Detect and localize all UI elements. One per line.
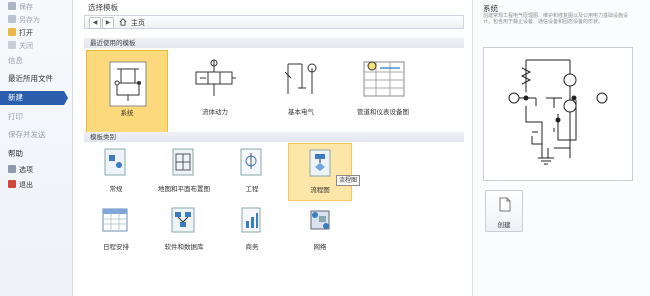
nav-save-label: 保存 bbox=[19, 3, 33, 11]
save-icon bbox=[8, 2, 16, 10]
nav-recent-label: 最近所用文件 bbox=[8, 74, 53, 83]
nav-new[interactable]: 新建 bbox=[0, 91, 68, 105]
template-preview-pane: 系统 创建常规工程电气原理图、维护和修复图以及公用电力基础设施设计，包含用于静止… bbox=[472, 0, 650, 296]
close-file-icon bbox=[8, 41, 16, 49]
business-category-icon bbox=[241, 207, 261, 233]
template-system[interactable]: 系统 bbox=[86, 50, 168, 140]
forward-button[interactable]: ▶ bbox=[102, 17, 114, 29]
template-label: 基本电气 bbox=[288, 108, 314, 116]
nav-save-send-label: 保存并发送 bbox=[8, 130, 46, 139]
category-general[interactable]: 常规 bbox=[84, 143, 148, 201]
category-label: 地图和平面布置图 bbox=[158, 185, 210, 193]
nav-info-label: 信息 bbox=[8, 56, 23, 65]
nav-exit-label: 退出 bbox=[19, 181, 33, 189]
preview-image bbox=[483, 47, 633, 181]
category-network[interactable]: 网络 bbox=[288, 203, 352, 261]
category-label: 商务 bbox=[245, 243, 259, 251]
breadcrumb-home[interactable]: 主页 bbox=[131, 18, 145, 28]
template-label: 系统 bbox=[120, 109, 134, 117]
flowchart-category-icon bbox=[309, 149, 331, 177]
category-schedule[interactable]: 日程安排 bbox=[84, 203, 148, 261]
nav-open[interactable]: 打开 bbox=[0, 26, 72, 40]
fluid-power-template-icon bbox=[195, 59, 236, 96]
back-button[interactable]: ◀ bbox=[89, 17, 101, 29]
nav-close[interactable]: 关闭 bbox=[0, 39, 72, 53]
template-chooser: 选择模板 ◀ ▶ 主页 最近使用的模板 系统 流体动力 基本电气 管道和仪表设备… bbox=[80, 0, 468, 296]
template-label: 流体动力 bbox=[202, 108, 228, 116]
nav-new-label: 新建 bbox=[8, 93, 23, 102]
network-category-icon bbox=[310, 210, 330, 230]
recent-templates-header: 最近使用的模板 bbox=[84, 38, 464, 48]
preview-description: 创建常规工程电气原理图、维护和修复图以及公用电力基础设施设计，包含用于静止设备、… bbox=[483, 13, 629, 25]
template-basic-electrical[interactable]: 基本电气 bbox=[260, 50, 342, 140]
category-label: 网络 bbox=[313, 243, 327, 251]
schedule-category-icon bbox=[102, 208, 128, 232]
nav-exit[interactable]: 退出 bbox=[0, 178, 72, 192]
nav-save-as-label: 另存为 bbox=[19, 16, 40, 24]
template-fluid-power[interactable]: 流体动力 bbox=[174, 50, 256, 140]
category-label: 软件和数据库 bbox=[164, 243, 204, 251]
system-template-icon bbox=[109, 61, 147, 107]
category-label: 工程 bbox=[245, 185, 259, 193]
nav-save[interactable]: 保存 bbox=[0, 0, 72, 14]
exit-icon bbox=[8, 180, 16, 188]
nav-close-label: 关闭 bbox=[19, 42, 33, 50]
template-piping-instrumentation[interactable]: 管道和仪表设备图 bbox=[342, 50, 424, 140]
category-software-database[interactable]: 软件和数据库 bbox=[152, 203, 216, 261]
nav-options[interactable]: 选项 bbox=[0, 163, 72, 177]
category-maps-floorplans[interactable]: 地图和平面布置图 bbox=[152, 143, 216, 201]
nav-help[interactable]: 帮助 bbox=[0, 147, 72, 161]
nav-print[interactable]: 打印 bbox=[0, 110, 72, 124]
new-document-icon bbox=[499, 197, 511, 212]
piping-instrumentation-template-icon bbox=[363, 61, 405, 97]
folder-open-icon bbox=[8, 28, 16, 36]
maps-floorplans-category-icon bbox=[172, 148, 194, 176]
create-button-label: 创建 bbox=[497, 221, 511, 229]
nav-open-label: 打开 bbox=[19, 29, 33, 37]
nav-save-send[interactable]: 保存并发送 bbox=[0, 128, 72, 142]
template-label: 管道和仪表设备图 bbox=[357, 108, 409, 116]
category-flowchart[interactable]: 流程图 bbox=[288, 143, 352, 201]
engineering-category-icon bbox=[240, 148, 262, 176]
save-as-icon bbox=[8, 15, 16, 23]
nav-info[interactable]: 信息 bbox=[0, 54, 72, 68]
basic-electrical-template-icon bbox=[284, 63, 317, 94]
breadcrumb: ◀ ▶ 主页 bbox=[84, 15, 464, 29]
nav-save-as[interactable]: 另存为 bbox=[0, 13, 72, 27]
category-engineering[interactable]: 工程 bbox=[220, 143, 284, 201]
nav-recent[interactable]: 最近所用文件 bbox=[0, 72, 72, 86]
flowchart-tooltip: 流程图 bbox=[336, 175, 361, 186]
page-title: 选择模板 bbox=[88, 3, 118, 12]
software-database-category-icon bbox=[171, 207, 195, 233]
template-categories-header: 模板类别 bbox=[84, 132, 464, 142]
category-label: 常规 bbox=[109, 185, 123, 193]
nav-print-label: 打印 bbox=[8, 112, 23, 121]
category-label: 日程安排 bbox=[103, 243, 129, 251]
create-button[interactable]: 创建 bbox=[485, 190, 523, 232]
general-category-icon bbox=[104, 148, 126, 176]
home-icon[interactable] bbox=[119, 18, 127, 26]
nav-options-label: 选项 bbox=[19, 166, 33, 174]
options-icon bbox=[8, 165, 16, 173]
nav-help-label: 帮助 bbox=[8, 149, 23, 158]
backstage-nav: 保存 另存为 打开 关闭 信息 最近所用文件 新建 打印 保存并发送 帮助 选项… bbox=[0, 0, 73, 296]
system-diagram-preview bbox=[508, 59, 608, 165]
category-business[interactable]: 商务 bbox=[220, 203, 284, 261]
